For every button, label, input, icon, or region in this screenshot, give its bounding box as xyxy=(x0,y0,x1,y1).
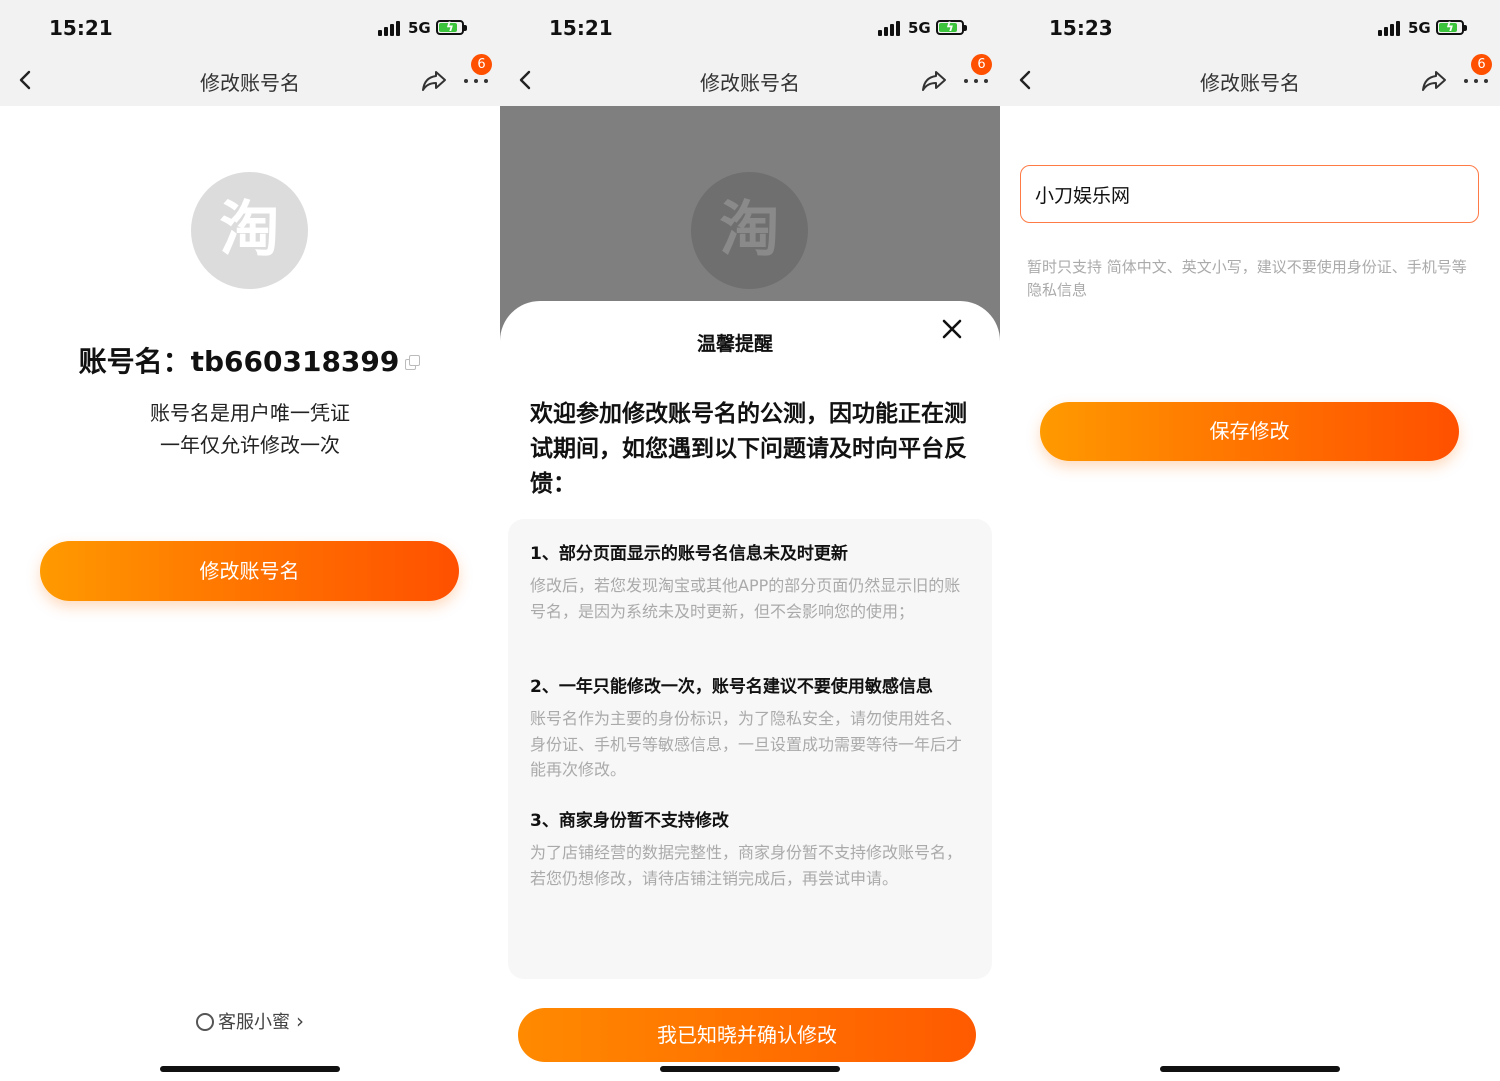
notice-item: 3、商家身份暂不支持修改 为了店铺经营的数据完整性，商家身份暂不支持修改账号名，… xyxy=(530,808,975,891)
taobao-logo-glyph: 淘 xyxy=(719,195,780,265)
status-time: 15:23 xyxy=(1049,16,1113,40)
copy-icon[interactable] xyxy=(405,355,421,371)
battery-icon: ϟ xyxy=(936,20,967,35)
service-link-label: 客服小蜜 xyxy=(218,1012,290,1033)
home-indicator xyxy=(160,1066,340,1072)
close-icon[interactable] xyxy=(940,317,964,341)
nav-bar: 修改账号名 xyxy=(0,56,500,106)
confirm-modify-button[interactable]: 我已知晓并确认修改 xyxy=(518,1008,976,1062)
notice-item-body: 为了店铺经营的数据完整性，商家身份暂不支持修改账号名，若您仍想修改，请待店铺注销… xyxy=(530,843,963,888)
input-hint: 暂时只支持 简体中文、英文小写，建议不要使用身份证、手机号等隐私信息 xyxy=(1027,258,1467,299)
notice-item-heading: 3、商家身份暂不支持修改 xyxy=(530,811,729,831)
nav-bar: 修改账号名 xyxy=(500,56,1000,106)
status-time: 15:21 xyxy=(549,16,613,40)
avatar: 淘 xyxy=(691,172,808,289)
share-icon[interactable] xyxy=(920,68,948,94)
notification-badge: 6 xyxy=(971,54,992,75)
taobao-logo-glyph: 淘 xyxy=(219,195,280,265)
avatar: 淘 xyxy=(191,172,308,289)
notice-item: 2、一年只能修改一次，账号名建议不要使用敏感信息 账号名作为主要的身份标识，为了… xyxy=(530,674,975,783)
notice-item-heading: 2、一年只能修改一次，账号名建议不要使用敏感信息 xyxy=(530,677,933,697)
status-bar: 15:21 5G ϟ xyxy=(0,0,500,56)
description-line-2: 一年仅允许修改一次 xyxy=(160,433,340,457)
status-bar: 15:23 5G ϟ xyxy=(1000,0,1500,56)
share-icon[interactable] xyxy=(1420,68,1448,94)
account-name-text: 账号名：tb660318399 xyxy=(78,345,400,378)
screens-container: 15:21 5G ϟ 修改账号名 6 淘 账号名：tb660318399 账号名… xyxy=(0,0,1500,1081)
signal-icon xyxy=(378,20,402,36)
description-line-1: 账号名是用户唯一凭证 xyxy=(150,401,350,425)
notification-badge: 6 xyxy=(471,54,492,75)
share-icon[interactable] xyxy=(420,68,448,94)
home-indicator xyxy=(1160,1066,1340,1072)
account-name-row: 账号名：tb660318399 xyxy=(0,340,500,380)
network-label: 5G xyxy=(408,19,431,37)
notice-item-heading: 1、部分页面显示的账号名信息未及时更新 xyxy=(530,544,848,564)
customer-service-link[interactable]: 客服小蜜 › xyxy=(0,1008,500,1034)
notification-badge: 6 xyxy=(1471,54,1492,75)
network-label: 5G xyxy=(908,19,931,37)
dialog-title: 温馨提醒 xyxy=(696,333,773,355)
chevron-right-icon: › xyxy=(296,1009,304,1033)
nav-bar: 修改账号名 xyxy=(1000,56,1500,106)
signal-icon xyxy=(878,20,902,36)
battery-icon: ϟ xyxy=(436,20,467,35)
notice-list: 1、部分页面显示的账号名信息未及时更新 修改后，若您发现淘宝或其他APP的部分页… xyxy=(508,519,992,979)
notice-item-body: 账号名作为主要的身份标识，为了隐私安全，请勿使用姓名、身份证、手机号等敏感信息，… xyxy=(530,709,963,779)
service-bot-icon xyxy=(196,1013,214,1031)
screen-edit-name: 15:23 5G ϟ 修改账号名 6 暂时只支持 简体中文、英文小写，建议不要使… xyxy=(1000,0,1500,1081)
screen-account-info: 15:21 5G ϟ 修改账号名 6 淘 账号名：tb660318399 账号名… xyxy=(0,0,500,1081)
status-time: 15:21 xyxy=(49,16,113,40)
notice-item: 1、部分页面显示的账号名信息未及时更新 修改后，若您发现淘宝或其他APP的部分页… xyxy=(530,541,975,624)
network-label: 5G xyxy=(1408,19,1431,37)
modify-account-button[interactable]: 修改账号名 xyxy=(40,541,459,601)
account-name-input[interactable] xyxy=(1020,165,1479,223)
screen-notice-dialog: 15:21 5G ϟ 修改账号名 6 淘 温馨提醒 欢迎参加修改账号名的公测，因… xyxy=(500,0,1000,1081)
dialog-intro: 欢迎参加修改账号名的公测，因功能正在测试期间，如您遇到以下问题请及时向平台反馈： xyxy=(530,401,967,497)
battery-icon: ϟ xyxy=(1436,20,1467,35)
signal-icon xyxy=(1378,20,1402,36)
save-button[interactable]: 保存修改 xyxy=(1040,402,1459,461)
status-bar: 15:21 5G ϟ xyxy=(500,0,1000,56)
notice-item-body: 修改后，若您发现淘宝或其他APP的部分页面仍然显示旧的账号名，是因为系统未及时更… xyxy=(530,576,961,621)
notice-bottom-sheet: 温馨提醒 欢迎参加修改账号名的公测，因功能正在测试期间，如您遇到以下问题请及时向… xyxy=(500,301,1000,1081)
home-indicator xyxy=(660,1066,840,1072)
